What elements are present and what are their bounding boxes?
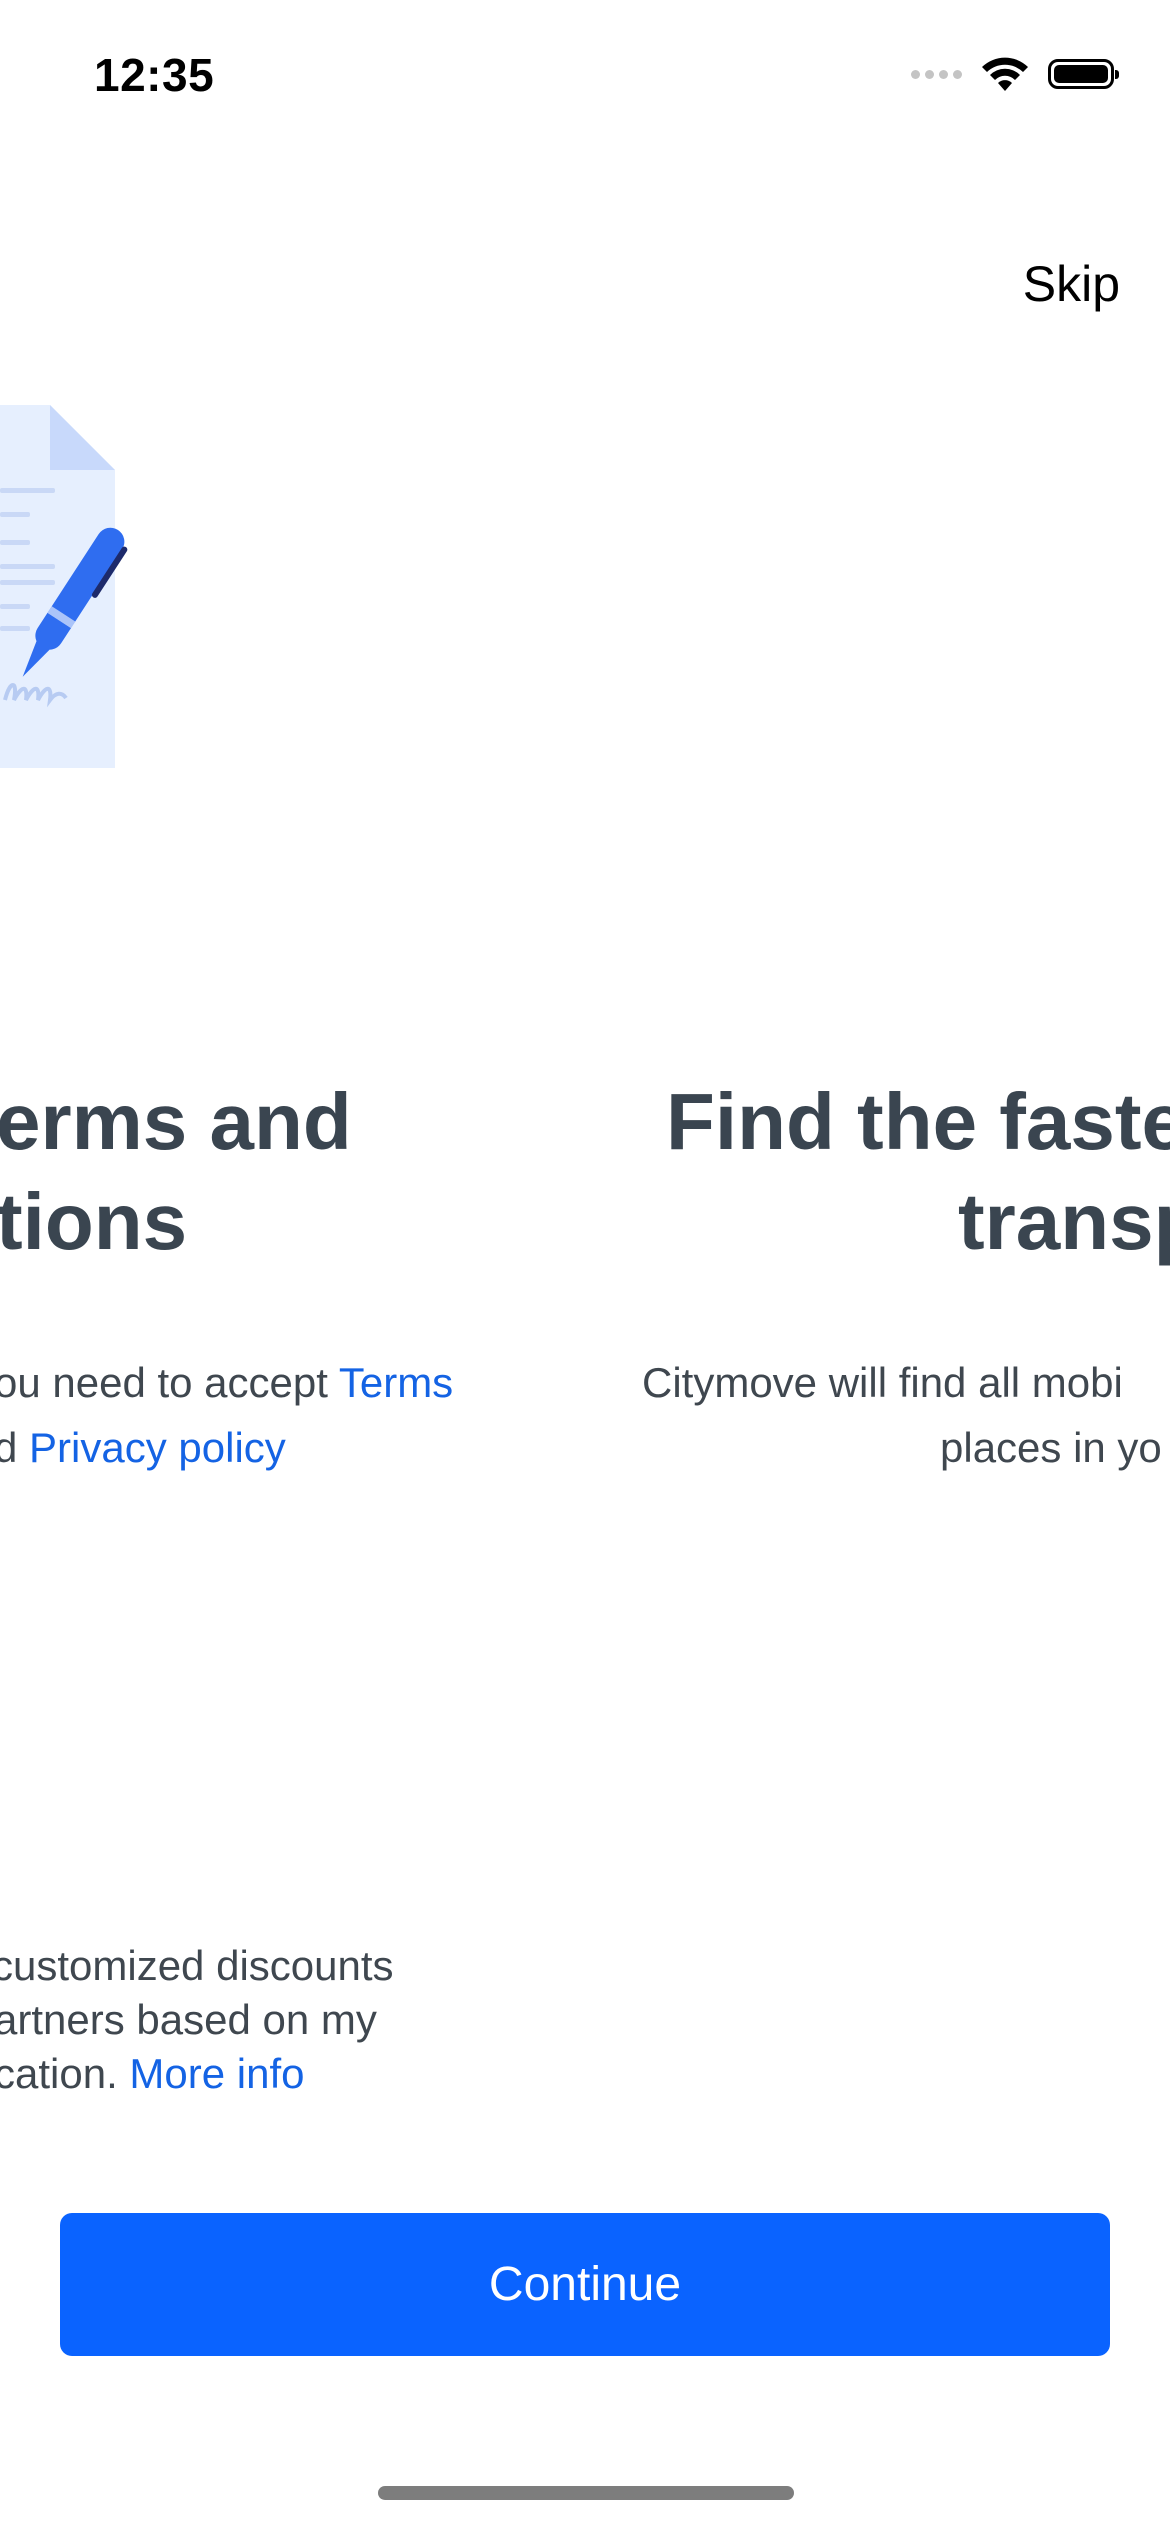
slide-left-title-line1: erms and — [0, 1077, 352, 1166]
document-signing-illustration — [0, 405, 128, 768]
continue-button[interactable]: Continue — [60, 2213, 1110, 2356]
consent-line3-prefix: cation. — [0, 2050, 130, 2097]
slide-left-text-prefix: ou need to accept — [0, 1359, 339, 1406]
consent-line3: cation. More info — [0, 2046, 305, 2102]
slide-left-text-prefix2: d — [0, 1424, 18, 1471]
consent-line2: artners based on my — [0, 1996, 377, 2043]
slide-right-text-line1: Citymove will find all mobi — [642, 1359, 1123, 1406]
battery-icon — [1048, 59, 1119, 89]
signal-icon — [911, 69, 962, 79]
slide-left-text-line1: ou need to accept Terms — [0, 1350, 453, 1416]
slide-left-title-line2: tions — [0, 1177, 188, 1266]
home-indicator — [378, 2486, 794, 2500]
status-icons — [911, 50, 1119, 98]
onboarding-screen: 12:35 Skip erms and tions ou need to acc… — [0, 0, 1170, 2532]
more-info-link[interactable]: More info — [129, 2050, 304, 2097]
slide-right-title-line1: Find the faste — [666, 1077, 1170, 1166]
terms-link[interactable]: Terms — [339, 1359, 453, 1406]
consent-line1: customized discounts — [0, 1942, 394, 1989]
skip-button[interactable]: Skip — [1023, 255, 1120, 313]
privacy-policy-link[interactable]: Privacy policy — [29, 1424, 286, 1471]
status-time: 12:35 — [94, 49, 215, 101]
wifi-icon — [982, 57, 1028, 91]
slide-right-text-line2: places in yo — [940, 1424, 1162, 1471]
slide-left-text-line2: d Privacy policy — [0, 1415, 286, 1481]
slide-right-title-line2: transp — [958, 1177, 1170, 1266]
